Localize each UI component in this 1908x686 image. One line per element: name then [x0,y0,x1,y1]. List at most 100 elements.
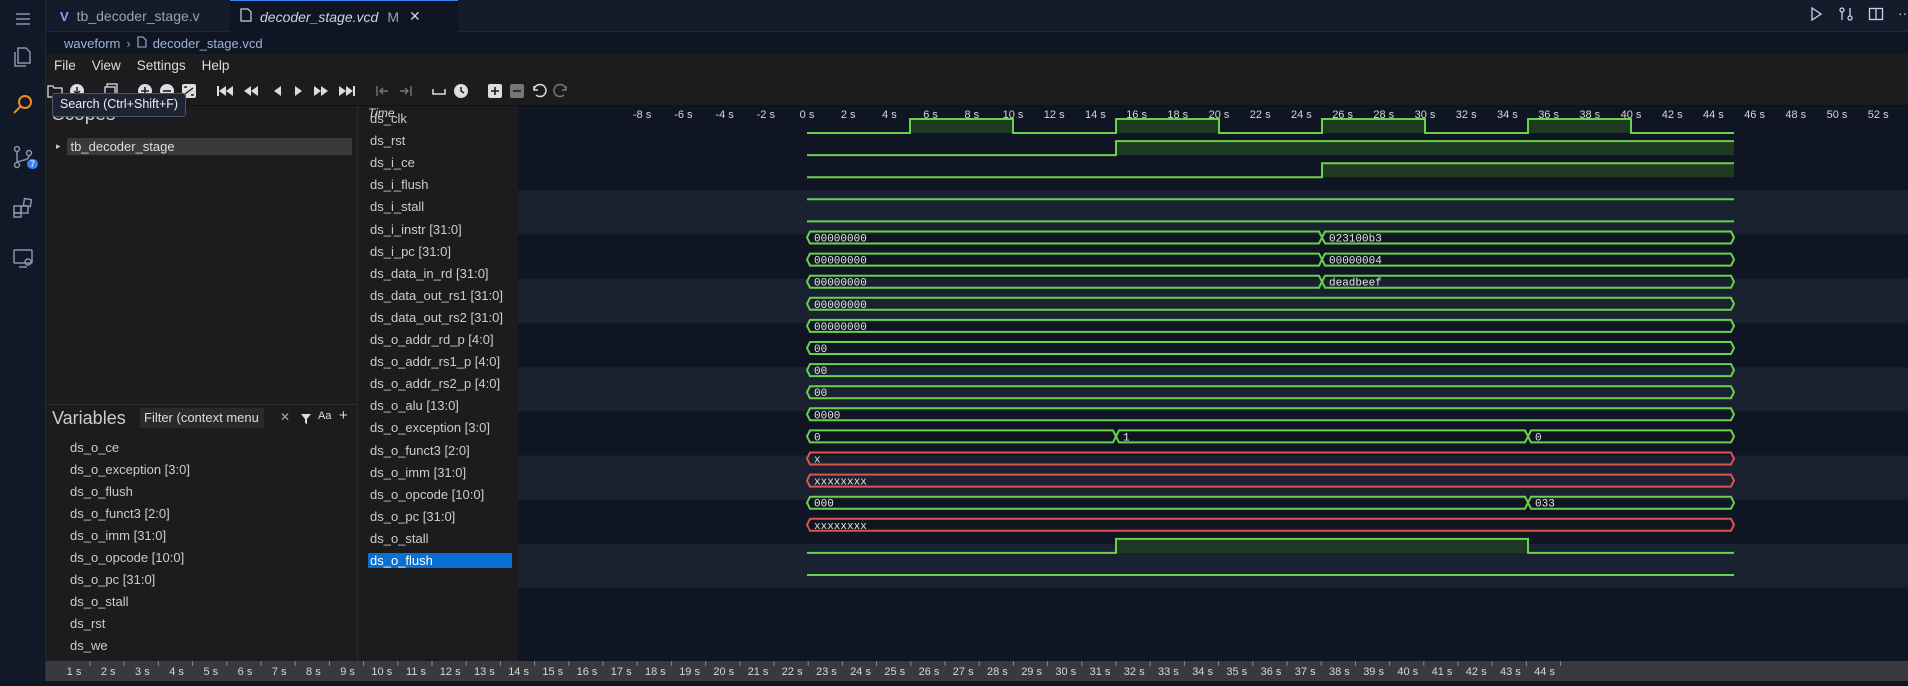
signal-name[interactable]: ds_i_instr [31:0] [370,222,462,237]
add-variable-icon[interactable]: + [339,407,348,424]
variable-item[interactable]: ds_o_imm [31:0] [70,528,166,543]
signal-name[interactable]: ds_o_addr_rd_p [4:0] [370,332,494,347]
signal-name[interactable]: ds_o_addr_rs1_p [4:0] [370,354,500,369]
overview-tick-label: 11 s [406,666,426,678]
signal-name[interactable]: ds_clk [370,111,407,126]
row-band [518,455,1908,500]
signal-name[interactable]: ds_o_flush [368,553,512,568]
variables-filter-input[interactable]: Filter (context menu [140,408,264,428]
editor-actions: ··· [1808,6,1908,27]
overview-tick-label: 34 s [1192,666,1213,678]
menu-icon[interactable] [8,4,38,34]
menu-view[interactable]: View [84,58,129,73]
search-icon[interactable] [8,90,38,120]
go-to-start-icon[interactable] [216,82,234,100]
signal-wave[interactable] [807,118,1734,134]
variable-item[interactable]: ds_we [70,638,108,653]
compare-icon[interactable] [1838,6,1854,27]
explorer-icon[interactable] [8,42,38,72]
extensions-icon[interactable] [8,193,38,223]
variable-item[interactable]: ds_rst [70,616,105,631]
signal-name[interactable]: ds_o_imm [31:0] [370,465,466,480]
overview-tick-label: 4 s [169,666,184,678]
signal-wave[interactable]: 00 [805,341,1736,356]
menu-help[interactable]: Help [194,58,238,73]
run-icon[interactable] [1808,6,1824,27]
go-to-end-icon[interactable] [338,82,356,100]
filter-placeholder: Filter (context menu [144,410,259,425]
source-control-icon[interactable]: 7 [8,142,39,172]
variable-item[interactable]: ds_o_exception [3:0] [70,462,190,477]
signal-name[interactable]: ds_o_pc [31:0] [370,509,455,524]
variable-item[interactable]: ds_o_opcode [10:0] [70,550,184,565]
breadcrumb-file[interactable]: decoder_stage.vcd [153,36,263,51]
variable-item[interactable]: ds_o_ce [70,440,119,455]
signal-name[interactable]: ds_o_alu [13:0] [370,398,459,413]
bus-segment [805,252,1324,267]
remote-explorer-icon[interactable] [8,243,38,273]
next-transition-icon[interactable] [396,82,414,100]
chevron-right-icon: › [126,35,131,51]
panel-divider[interactable] [46,404,358,405]
scroll-right-fast-icon[interactable] [312,82,330,100]
previous-transition-icon[interactable] [374,82,392,100]
signal-wave[interactable] [807,140,1734,157]
tab-decoder-stage-vcd[interactable]: decoder_stage.vcd M ✕ [230,0,458,32]
cursor-span-icon[interactable] [430,82,448,100]
scope-item-tb-decoder-stage[interactable]: ▸ tb_decoder_stage [54,138,352,155]
row-band [518,190,1908,235]
variable-item[interactable]: ds_o_pc [31:0] [70,572,155,587]
signal-name[interactable]: ds_o_exception [3:0] [370,420,490,435]
scroll-left-fast-icon[interactable] [242,82,260,100]
signal-name[interactable]: ds_i_pc [31:0] [370,244,451,259]
scm-badge: 7 [27,159,39,169]
signal-name[interactable]: ds_data_in_rd [31:0] [370,266,489,281]
remove-signal-icon[interactable] [508,82,526,100]
tab-tb-decoder-stage[interactable]: V tb_decoder_stage.v [50,0,230,32]
variable-item[interactable]: ds_o_funct3 [2:0] [70,506,170,521]
signal-name[interactable]: ds_i_stall [370,199,424,214]
waveform-canvas[interactable]: -8 s -6 s -4 s -2 s0 s2 s4 s6 s8 s 10 s 12 s1… [518,106,1908,661]
filter-icon[interactable] [300,412,312,430]
time-tick-label: 24 s [1291,109,1312,121]
signal-name[interactable]: ds_o_stall [370,531,429,546]
signal-wave[interactable]: xxxxxxxx [805,517,1736,533]
scroll-left-icon[interactable] [268,82,286,100]
undo-icon[interactable] [530,82,548,100]
variable-item[interactable]: ds_o_flush [70,484,133,499]
tab-label: decoder_stage.vcd [260,8,379,25]
overview-tick-label: 28 s [987,666,1008,678]
clock-icon[interactable] [452,82,470,100]
time-tick-label: 22 s [1250,109,1271,121]
signal-name[interactable]: ds_data_out_rs2 [31:0] [370,310,503,325]
overview-timeline[interactable]: 1 s 2 s 3 s 4 s 5 s 6 s 7 s 8 s 9 s 10 s 11 s 12 s 1… [46,661,1908,681]
case-sensitive-icon[interactable]: Aa [318,410,331,422]
waveform-svg[interactable]: -8 s -6 s -4 s -2 s0 s2 s4 s6 s8 s 10 s 12 s1… [518,106,1908,661]
clear-filter-icon[interactable]: ✕ [280,410,290,424]
bus-value: 00000000 [814,300,867,312]
variable-item[interactable]: ds_o_stall [70,594,129,609]
overview-tick-label: 17 s [611,666,632,678]
signal-wave[interactable]: 00000000 00000004 [805,252,1736,268]
menu-file[interactable]: File [46,58,84,73]
signal-name[interactable]: ds_data_out_rs1 [31:0] [370,288,503,303]
menu-settings[interactable]: Settings [129,58,194,73]
redo-icon[interactable] [552,82,570,100]
signal-name[interactable]: ds_o_opcode [10:0] [370,487,484,502]
signal-name[interactable]: ds_o_addr_rs2_p [4:0] [370,376,500,391]
breadcrumb-root[interactable]: waveform [64,36,120,51]
signal-name[interactable]: ds_i_flush [370,177,429,192]
more-actions-icon[interactable]: ··· [1898,6,1908,27]
bus-value: 00 [814,344,827,356]
signal-name[interactable]: ds_rst [370,133,405,148]
signal-name[interactable]: ds_o_funct3 [2:0] [370,443,470,458]
signal-wave[interactable] [807,162,1734,179]
tab-label: tb_decoder_stage.v [76,8,200,24]
add-signal-icon[interactable] [486,82,504,100]
signal-wave[interactable]: 0 1 0 [805,429,1736,444]
close-icon[interactable]: ✕ [409,8,421,25]
scroll-right-icon[interactable] [290,82,308,100]
expand-arrow-icon[interactable]: ▸ [56,141,61,152]
split-editor-icon[interactable] [1868,6,1884,27]
signal-name[interactable]: ds_i_ce [370,155,415,170]
